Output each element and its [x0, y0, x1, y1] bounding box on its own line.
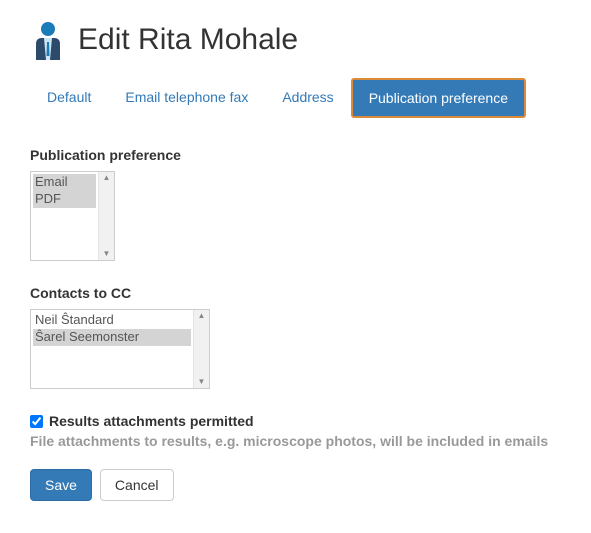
tab-address[interactable]: Address [265, 78, 350, 118]
scrollbar[interactable]: ▲ ▼ [193, 310, 209, 388]
tab-default[interactable]: Default [30, 78, 108, 118]
option-neil-standard[interactable]: Neil Ŝtandard [33, 312, 191, 329]
tab-publication-preference[interactable]: Publication preference [351, 78, 526, 118]
contacts-cc-label: Contacts to CC [30, 285, 561, 301]
save-button[interactable]: Save [30, 469, 92, 501]
contacts-cc-field: Contacts to CC Neil Ŝtandard Ŝarel Seemo… [30, 285, 561, 389]
option-pdf[interactable]: PDF [33, 191, 96, 208]
scroll-up-icon[interactable]: ▲ [103, 174, 111, 182]
contacts-cc-select[interactable]: Neil Ŝtandard Ŝarel Seemonster ▲ ▼ [30, 309, 210, 389]
scroll-up-icon[interactable]: ▲ [198, 312, 206, 320]
results-attachments-row: Results attachments permitted [30, 413, 561, 429]
results-attachments-checkbox[interactable] [30, 415, 43, 428]
results-attachments-label: Results attachments permitted [49, 413, 254, 429]
page-title: Edit Rita Mohale [78, 23, 298, 57]
scroll-down-icon[interactable]: ▼ [103, 250, 111, 258]
option-sarel-seemonster[interactable]: Ŝarel Seemonster [33, 329, 191, 346]
tabs: Default Email telephone fax Address Publ… [30, 78, 561, 119]
user-icon [30, 20, 66, 60]
button-row: Save Cancel [30, 469, 561, 501]
option-email[interactable]: Email [33, 174, 96, 191]
results-attachments-help: File attachments to results, e.g. micros… [30, 433, 561, 449]
tab-email-telephone-fax[interactable]: Email telephone fax [108, 78, 265, 118]
publication-preference-field: Publication preference Email PDF ▲ ▼ [30, 147, 561, 261]
publication-preference-select[interactable]: Email PDF ▲ ▼ [30, 171, 115, 261]
cancel-button[interactable]: Cancel [100, 469, 174, 501]
scroll-down-icon[interactable]: ▼ [198, 378, 206, 386]
page-header: Edit Rita Mohale [30, 20, 561, 60]
scrollbar[interactable]: ▲ ▼ [98, 172, 114, 260]
publication-preference-label: Publication preference [30, 147, 561, 163]
